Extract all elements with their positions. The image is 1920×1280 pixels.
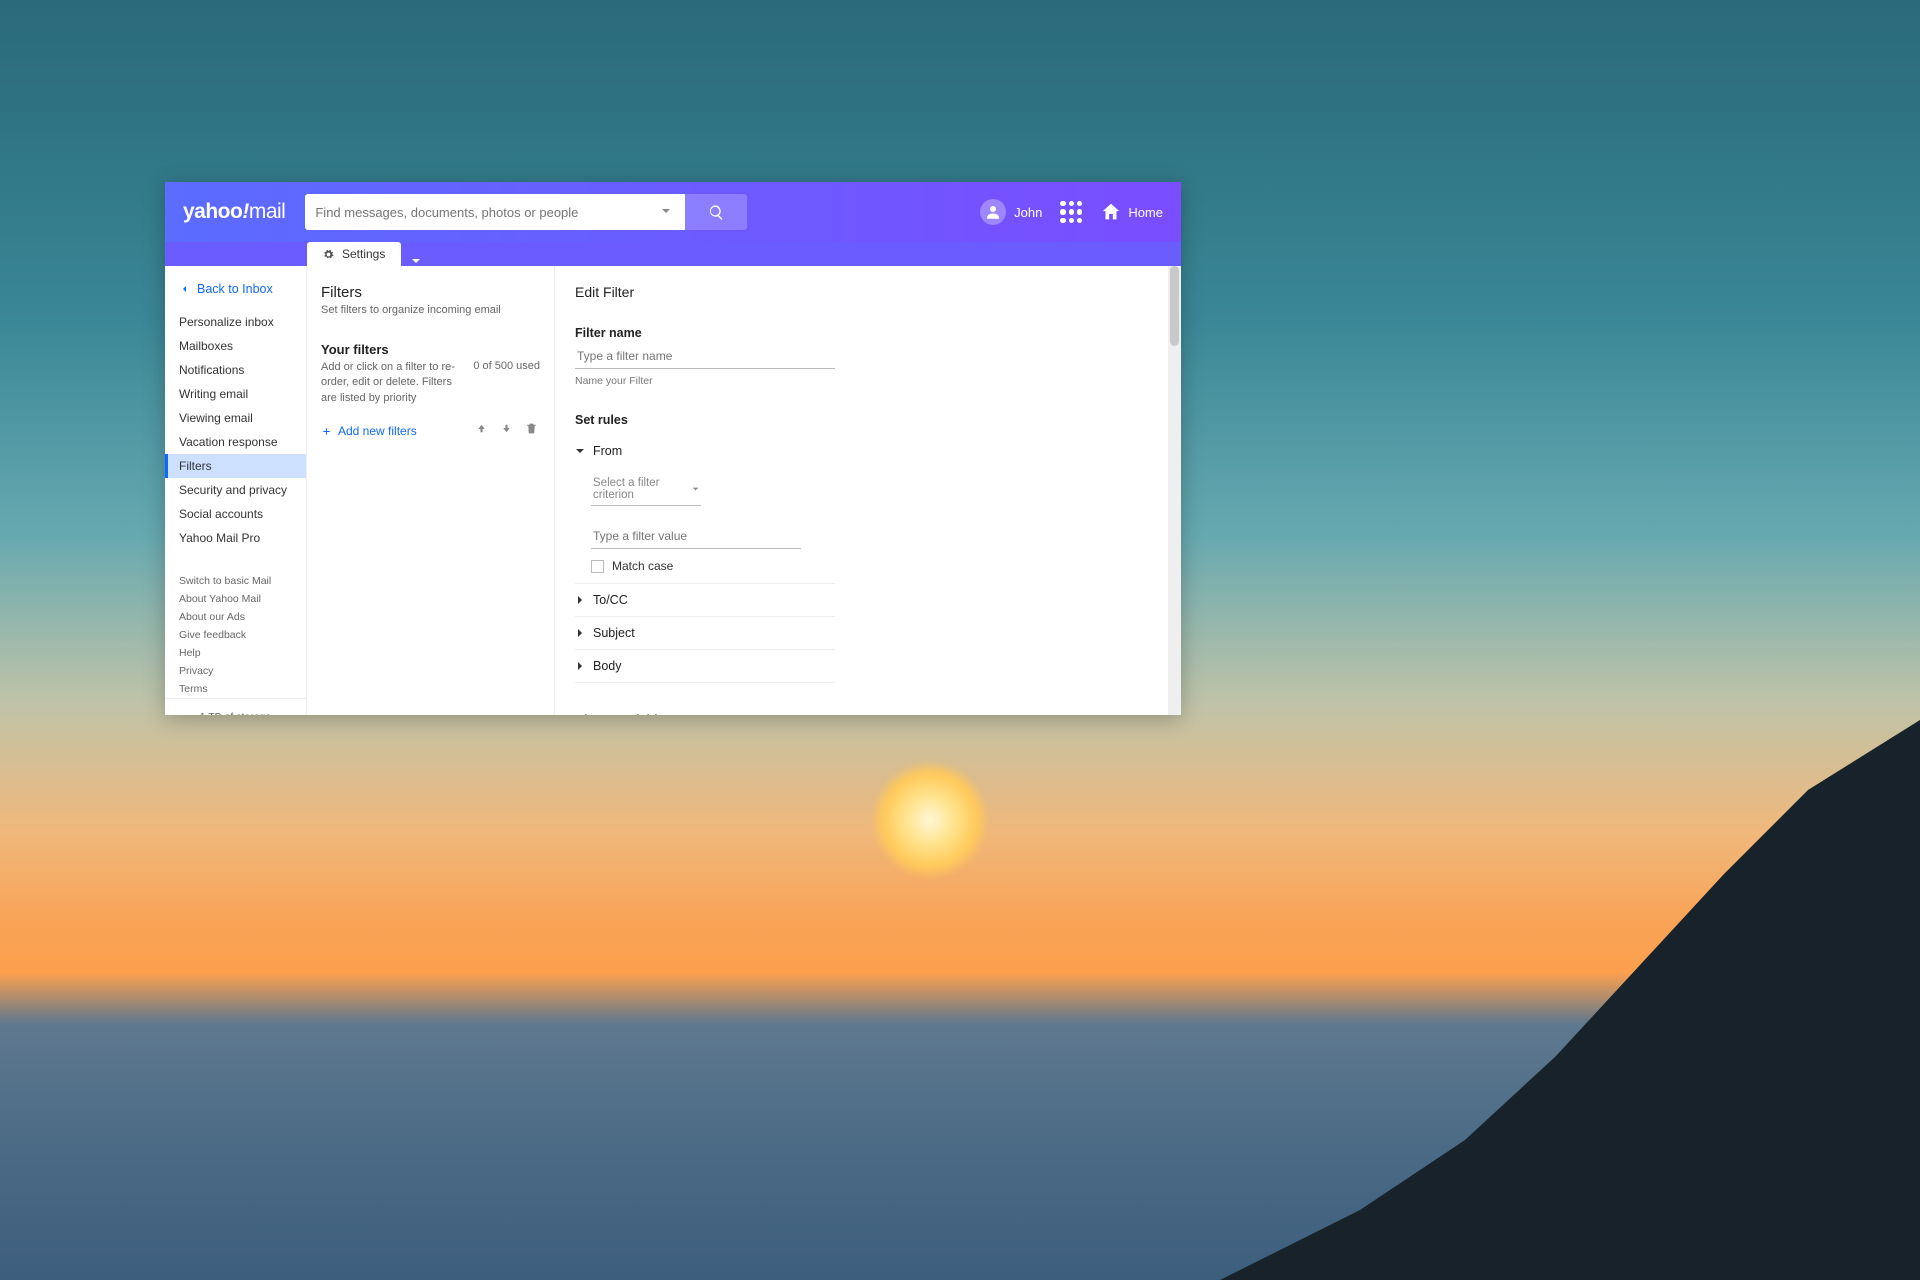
- arrow-up-icon: [475, 422, 488, 435]
- sidebar-item-viewing-email[interactable]: Viewing email: [165, 406, 306, 430]
- apps-grid-icon[interactable]: [1060, 201, 1082, 223]
- sidebar-item-yahoo-mail-pro[interactable]: Yahoo Mail Pro: [165, 526, 306, 550]
- footer-link-terms[interactable]: Terms: [179, 680, 292, 698]
- match-case-row[interactable]: Match case: [591, 559, 835, 573]
- chevron-down-icon: [575, 446, 585, 456]
- your-filters-title: Your filters: [321, 342, 540, 357]
- filter-name-input[interactable]: [575, 344, 835, 369]
- tab-label: Settings: [342, 247, 385, 261]
- settings-body: Back to Inbox Personalize inboxMailboxes…: [165, 266, 1181, 715]
- mail-settings-window: yahoo!mail John: [165, 182, 1181, 715]
- sidebar-item-writing-email[interactable]: Writing email: [165, 382, 306, 406]
- rule-body-row[interactable]: Body: [575, 649, 835, 683]
- storage-meter: 1 TB of storage 0.01 % used: [165, 698, 306, 715]
- rule-subject-label: Subject: [593, 626, 635, 640]
- rule-subject-row[interactable]: Subject: [575, 616, 835, 649]
- tab-overflow[interactable]: [403, 256, 429, 266]
- rule-tocc-label: To/CC: [593, 593, 628, 607]
- home-button[interactable]: Home: [1100, 201, 1163, 223]
- yahoo-mail-logo[interactable]: yahoo!mail: [183, 200, 285, 224]
- caret-down-icon: [692, 485, 699, 493]
- search-button[interactable]: [685, 194, 747, 230]
- filter-value-input[interactable]: [591, 524, 801, 549]
- tab-bar: Settings: [165, 242, 1181, 266]
- tab-settings[interactable]: Settings: [307, 242, 401, 266]
- plus-icon: [321, 426, 332, 437]
- footer-link-give-feedback[interactable]: Give feedback: [179, 626, 292, 644]
- user-menu[interactable]: John: [980, 199, 1042, 225]
- move-up-button[interactable]: [473, 420, 490, 442]
- home-label: Home: [1128, 205, 1163, 220]
- edit-filter-column: Edit Filter Filter name Name your Filter…: [555, 266, 1181, 715]
- sidebar-item-vacation-response[interactable]: Vacation response: [165, 430, 306, 454]
- footer-link-privacy[interactable]: Privacy: [179, 662, 292, 680]
- sidebar-item-personalize-inbox[interactable]: Personalize inbox: [165, 310, 306, 334]
- rule-tocc-row[interactable]: To/CC: [575, 583, 835, 616]
- search-scope-dropdown[interactable]: [657, 206, 675, 219]
- logo-text-pre: yahoo: [183, 200, 242, 223]
- storage-total: 1 TB of storage: [179, 711, 292, 715]
- back-label: Back to Inbox: [197, 282, 273, 296]
- edit-filter-title: Edit Filter: [575, 284, 1161, 300]
- sidebar-item-notifications[interactable]: Notifications: [165, 358, 306, 382]
- avatar: [980, 199, 1006, 225]
- gear-icon: [323, 249, 334, 260]
- rule-from-label: From: [593, 444, 622, 458]
- search-input-wrap[interactable]: [305, 194, 685, 230]
- sidebar-item-security-and-privacy[interactable]: Security and privacy: [165, 478, 306, 502]
- choose-folder-label: Choose a folder to move to: [575, 713, 1161, 715]
- user-name: John: [1014, 205, 1042, 220]
- your-filters-subtitle: Add or click on a filter to re-order, ed…: [321, 360, 465, 406]
- footer-link-help[interactable]: Help: [179, 644, 292, 662]
- person-icon: [984, 203, 1002, 221]
- sidebar-item-mailboxes[interactable]: Mailboxes: [165, 334, 306, 358]
- set-rules-label: Set rules: [575, 413, 1161, 427]
- settings-sidebar: Back to Inbox Personalize inboxMailboxes…: [165, 266, 307, 715]
- delete-filter-button[interactable]: [523, 420, 540, 442]
- match-case-checkbox[interactable]: [591, 560, 604, 573]
- add-new-filters-button[interactable]: Add new filters: [321, 424, 465, 438]
- filter-name-helper: Name your Filter: [575, 375, 1161, 387]
- footer-link-switch-to-basic-mail[interactable]: Switch to basic Mail: [179, 572, 292, 590]
- logo-text-post: mail: [249, 200, 286, 223]
- criterion-placeholder: Select a filter criterion: [593, 477, 692, 501]
- settings-footer-links: Switch to basic MailAbout Yahoo MailAbou…: [165, 572, 306, 698]
- search-icon: [708, 204, 725, 221]
- match-case-label: Match case: [612, 559, 673, 573]
- rule-body-label: Body: [593, 659, 622, 673]
- filters-subtitle: Set filters to organize incoming email: [321, 304, 540, 316]
- filters-title: Filters: [321, 284, 540, 301]
- back-to-inbox-link[interactable]: Back to Inbox: [165, 276, 306, 302]
- move-down-button[interactable]: [498, 420, 515, 442]
- arrow-down-icon: [500, 422, 513, 435]
- sidebar-item-social-accounts[interactable]: Social accounts: [165, 502, 306, 526]
- trash-icon: [525, 422, 538, 435]
- filter-criterion-select[interactable]: Select a filter criterion: [591, 473, 701, 506]
- footer-link-about-yahoo-mail[interactable]: About Yahoo Mail: [179, 590, 292, 608]
- rule-from-row[interactable]: From: [575, 435, 835, 467]
- scrollbar[interactable]: [1168, 266, 1181, 715]
- rule-from-body: Select a filter criterion Match case: [575, 467, 835, 583]
- filters-count: 0 of 500 used: [473, 360, 540, 372]
- search-input[interactable]: [315, 205, 657, 220]
- wallpaper-sun: [870, 760, 990, 880]
- scrollbar-thumb[interactable]: [1170, 266, 1179, 346]
- footer-link-about-our-ads[interactable]: About our Ads: [179, 608, 292, 626]
- sidebar-item-filters[interactable]: Filters: [165, 454, 306, 478]
- arrow-left-icon: [179, 283, 191, 295]
- header-right: John Home: [980, 199, 1163, 225]
- chevron-right-icon: [575, 628, 585, 638]
- filter-name-label: Filter name: [575, 326, 1161, 340]
- chevron-right-icon: [575, 661, 585, 671]
- add-new-filters-label: Add new filters: [338, 424, 417, 438]
- filters-column: Filters Set filters to organize incoming…: [307, 266, 555, 715]
- chevron-down-icon: [411, 256, 421, 266]
- search-bar: [305, 194, 747, 230]
- app-header: yahoo!mail John: [165, 182, 1181, 242]
- settings-nav-list: Personalize inboxMailboxesNotificationsW…: [165, 310, 306, 550]
- home-icon: [1100, 201, 1122, 223]
- chevron-right-icon: [575, 595, 585, 605]
